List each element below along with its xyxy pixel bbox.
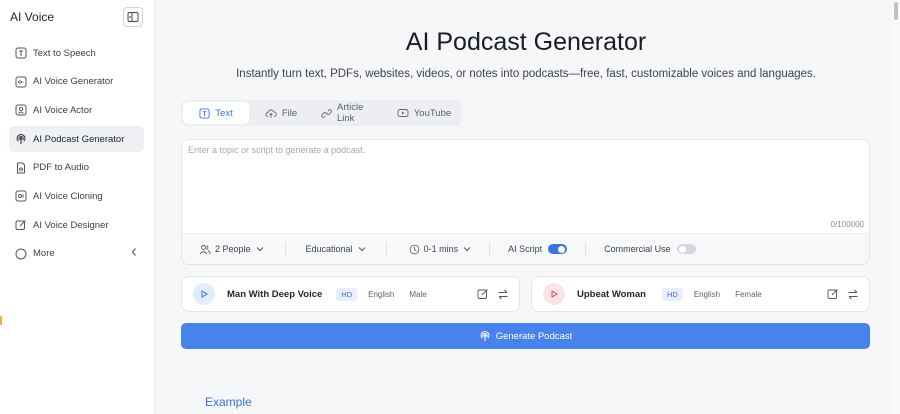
voice-card-host-1[interactable]: Man With Deep Voice HD English Male [181, 276, 520, 312]
tab-text[interactable]: Text [183, 102, 249, 124]
page-title: AI Podcast Generator [405, 28, 647, 56]
sidebar-item-label: More [33, 248, 55, 260]
chevron-down-icon [358, 246, 366, 252]
play-icon[interactable] [193, 283, 215, 305]
style-value: Educational [305, 244, 353, 254]
sidebar-item-label: AI Voice Actor [33, 104, 93, 116]
sidebar-item-label: AI Voice Designer [33, 219, 109, 231]
voice-cloning-icon [14, 190, 27, 203]
commercial-use-toggle[interactable] [676, 244, 696, 254]
sidebar: AI Voice Text to Speech AI Voice Generat… [0, 0, 155, 414]
script-input[interactable] [188, 145, 858, 215]
scrollbar-thumb[interactable] [894, 2, 898, 20]
tab-label: YouTube [413, 107, 452, 119]
example-heading: Example [205, 395, 252, 409]
quality-badge: HD [336, 287, 358, 301]
play-icon[interactable] [543, 283, 565, 305]
more-icon [14, 247, 27, 260]
generate-podcast-button[interactable]: Generate Podcast [181, 323, 870, 349]
voice-card-host-2[interactable]: Upbeat Woman HD English Female [531, 276, 870, 312]
youtube-icon [397, 108, 409, 118]
duration-select[interactable]: 0-1 mins [409, 244, 472, 255]
voice-language: English [368, 289, 395, 299]
tab-label: Text [215, 107, 233, 119]
toolbar-divider [385, 242, 387, 256]
clock-icon [409, 244, 420, 255]
voice-language: English [693, 289, 721, 299]
style-select[interactable]: Educational [306, 244, 366, 254]
main-content: AI Podcast Generator Instantly turn text… [156, 0, 900, 414]
toolbar-divider [489, 242, 491, 256]
ai-script-option: AI Script [508, 244, 568, 254]
podcast-options-toolbar: 2 People Educational 0-1 mins AI Script [182, 233, 869, 264]
toolbar-divider [585, 242, 587, 256]
voice-gender: Male [409, 289, 427, 299]
podcast-icon [479, 330, 491, 342]
input-source-tabs: Text File Article Link YouTube [181, 100, 462, 126]
text-icon [199, 107, 210, 119]
chevron-left-icon [130, 247, 138, 260]
generate-label: Generate Podcast [495, 330, 573, 342]
chevron-down-icon [256, 246, 264, 252]
sidebar-item-ai-voice-cloning[interactable]: AI Voice Cloning [9, 183, 144, 209]
voice-name: Upbeat Woman [577, 288, 646, 300]
tab-label: File [281, 107, 298, 119]
swap-icon[interactable] [497, 289, 509, 300]
sidebar-item-text-to-speech[interactable]: Text to Speech [9, 40, 144, 66]
commercial-use-label: Commercial Use [604, 244, 671, 254]
edit-icon[interactable] [477, 288, 489, 300]
pdf-audio-icon [14, 161, 27, 174]
tab-label: Article Link [337, 102, 364, 124]
script-editor: 0/100000 2 People Educational 0-1 mins A… [181, 139, 870, 265]
voice-designer-icon [14, 219, 27, 232]
sidebar-item-pdf-to-audio[interactable]: PDF to Audio [9, 155, 144, 181]
commercial-use-option: Commercial Use [604, 244, 696, 254]
tab-file[interactable]: File [249, 102, 313, 124]
sidebar-item-label: AI Voice Cloning [33, 190, 103, 202]
duration-value: 0-1 mins [423, 244, 459, 254]
sidebar-toggle-icon [127, 12, 139, 22]
chevron-down-icon [463, 246, 471, 252]
quality-badge: HD [661, 287, 683, 301]
sidebar-item-label: AI Voice Generator [33, 76, 114, 88]
sidebar-item-label: AI Podcast Generator [33, 133, 125, 145]
sidebar-item-ai-podcast-generator[interactable]: AI Podcast Generator [9, 126, 144, 153]
people-select[interactable]: 2 People [199, 244, 264, 255]
sidebar-item-more[interactable]: More [9, 241, 144, 267]
sidebar-item-label: Text to Speech [33, 47, 96, 59]
feedback-tab[interactable] [0, 316, 2, 325]
scrollbar[interactable] [892, 0, 900, 414]
toolbar-divider [284, 242, 286, 256]
upload-icon [265, 108, 277, 119]
edit-icon[interactable] [827, 288, 839, 300]
sidebar-item-label: PDF to Audio [33, 162, 89, 174]
people-icon [199, 244, 211, 255]
sidebar-item-ai-voice-actor[interactable]: AI Voice Actor [9, 97, 144, 123]
link-icon [321, 108, 332, 119]
tab-youtube[interactable]: YouTube [389, 102, 459, 124]
people-value: 2 People [215, 244, 251, 254]
tab-article-link[interactable]: Article Link [313, 102, 389, 124]
podcast-icon [14, 133, 27, 146]
voice-actor-icon [14, 104, 27, 117]
voice-name: Man With Deep Voice [227, 288, 323, 300]
voice-gender: Female [735, 289, 762, 299]
sidebar-item-ai-voice-designer[interactable]: AI Voice Designer [9, 212, 144, 238]
sidebar-collapse-button[interactable] [123, 7, 143, 27]
sidebar-nav: Text to Speech AI Voice Generator AI Voi… [9, 40, 144, 270]
voice-generator-icon [14, 75, 27, 88]
character-counter: 0/100000 [830, 220, 864, 229]
sidebar-item-ai-voice-generator[interactable]: AI Voice Generator [9, 69, 144, 95]
text-to-speech-icon [14, 47, 27, 60]
ai-script-toggle[interactable] [548, 244, 568, 254]
app-title: AI Voice [10, 10, 55, 24]
swap-icon[interactable] [847, 289, 859, 300]
page-subtitle: Instantly turn text, PDFs, websites, vid… [236, 68, 816, 80]
ai-script-label: AI Script [508, 244, 543, 254]
